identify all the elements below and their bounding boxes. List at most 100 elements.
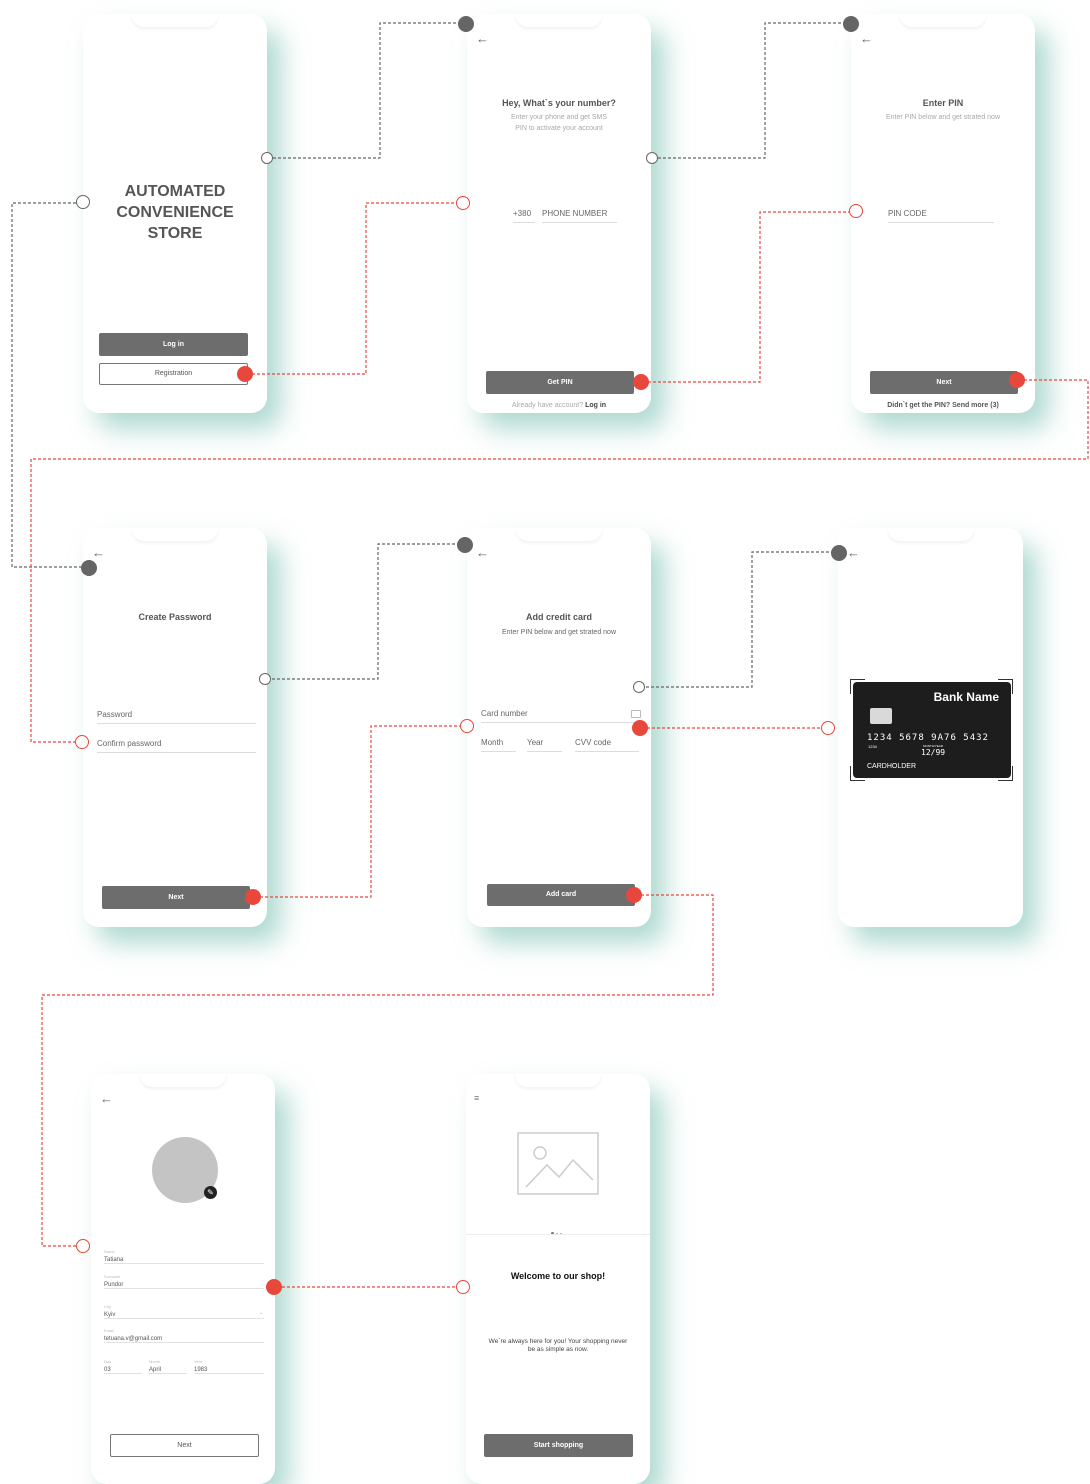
start-shopping-button[interactable]: Start shopping [484, 1434, 633, 1457]
pin-code-input[interactable]: PIN CODE [888, 209, 994, 223]
splash-screen: AUTOMATED CONVENIENCE STORE Log in Regis… [83, 14, 267, 413]
connector-end-dot [831, 545, 847, 561]
next-button[interactable]: Next [110, 1434, 259, 1457]
divider [466, 1234, 650, 1235]
card-number-input[interactable]: Card number [481, 709, 639, 723]
phone-notch [516, 14, 602, 27]
login-link[interactable]: Log in [585, 402, 606, 409]
app-title-line-3: STORE [147, 225, 203, 242]
connector-end-ring [821, 721, 835, 735]
screen-subtitle: Enter your phone and get SMS PIN to acti… [510, 114, 608, 132]
connector-end-dot [458, 16, 474, 32]
app-title: AUTOMATED CONVENIENCE STORE [83, 181, 267, 244]
name-label: Name [104, 1249, 115, 1254]
credit-card: Bank Name 1234 5678 9A76 5432 1234 MONTH… [853, 682, 1011, 778]
connector-start-ring [633, 681, 645, 693]
cardholder-name: CARDHOLDER [867, 763, 917, 770]
connector-end-ring [456, 196, 470, 210]
year-label: Year [194, 1359, 203, 1364]
surname-input[interactable]: Pundor [104, 1282, 264, 1289]
screen-subtitle: Enter PIN below and get strated now [501, 629, 616, 636]
next-button[interactable]: Next [102, 886, 250, 909]
back-arrow-icon[interactable]: ← [92, 546, 105, 559]
connector-password-to-card [272, 543, 459, 680]
screen-subtitle: Enter PIN below and get strated now [885, 114, 1000, 121]
welcome-screen: ≡ Welcome to our shop! We`re always here… [466, 1074, 650, 1484]
hamburger-menu-icon[interactable]: ≡ [474, 1093, 479, 1103]
connector-start-dot [1009, 372, 1025, 388]
connector-end-ring [460, 719, 474, 733]
phone-notch [516, 528, 602, 541]
country-code-field[interactable]: +380 [513, 209, 535, 223]
app-title-line-2: CONVENIENCE [116, 204, 234, 221]
screen-title: Enter PIN [922, 98, 964, 108]
profile-screen: ← ✎ Name Tatiana Surname Pundor City Kyi… [91, 1074, 275, 1484]
connector-start-dot [266, 1279, 282, 1295]
phone-notch [900, 14, 986, 27]
connector-end-ring [456, 1280, 470, 1294]
card-number: 1234 5678 9A76 5432 [867, 733, 989, 743]
back-arrow-icon[interactable]: ← [476, 546, 489, 559]
connector-password-next-to-card [260, 725, 460, 898]
month-label: Month [149, 1359, 161, 1364]
bank-name: Bank Name [933, 690, 999, 704]
day-label: Day [104, 1359, 112, 1364]
phone-entry-screen: ← Hey, What`s your number? Enter your ph… [467, 14, 651, 413]
connector-start-dot [245, 889, 261, 905]
create-password-screen: ← Create Password Password Confirm passw… [83, 528, 267, 927]
password-input[interactable]: Password [97, 710, 256, 724]
connector-start-dot [632, 720, 648, 736]
connector-splash-to-phone [273, 22, 460, 159]
connector-phone-to-pin [658, 22, 845, 159]
day-select[interactable]: 03 [104, 1367, 142, 1374]
get-pin-button[interactable]: Get PIN [486, 371, 634, 394]
image-placeholder-icon [517, 1132, 599, 1195]
back-arrow-icon[interactable]: ← [100, 1092, 113, 1105]
name-input[interactable]: Tatiana [104, 1257, 264, 1264]
confirm-password-input[interactable]: Confirm password [97, 739, 256, 753]
camera-icon[interactable] [631, 710, 641, 718]
edit-avatar-pencil-icon[interactable]: ✎ [204, 1186, 217, 1199]
carousel-dots[interactable] [551, 1222, 562, 1240]
phone-notch [132, 528, 218, 541]
login-button[interactable]: Log in [99, 333, 248, 356]
email-label: Email [104, 1328, 115, 1333]
connector-end-ring [849, 204, 863, 218]
connector-start-ring [646, 152, 658, 164]
phone-notch [132, 14, 218, 27]
connector-left-to-password [11, 202, 82, 568]
phone-notch [887, 528, 974, 541]
connector-end-ring [76, 1239, 90, 1253]
connector-start-ring [259, 673, 271, 685]
screen-title: Hey, What`s your number? [502, 98, 616, 108]
card-expiry: 12/99 [921, 748, 946, 757]
phone-number-input[interactable]: PHONE NUMBER [542, 209, 617, 223]
back-arrow-icon[interactable]: ← [476, 32, 489, 45]
back-arrow-icon[interactable]: ← [847, 546, 860, 559]
cvv-input[interactable]: CVV code [575, 738, 639, 752]
registration-button[interactable]: Registration [99, 363, 248, 385]
connector-registration-to-phone [252, 202, 456, 375]
month-select[interactable]: April [149, 1367, 187, 1374]
city-select[interactable]: Kyiv [104, 1312, 264, 1319]
connector-start-dot [633, 374, 649, 390]
pin-entry-screen: ← Enter PIN Enter PIN below and get stra… [851, 14, 1035, 413]
connector-getpin-to-pin [648, 211, 849, 383]
add-card-button[interactable]: Add card [487, 884, 635, 906]
connector-start-dot [237, 366, 253, 382]
connector-start-ring [76, 195, 90, 209]
login-prompt: Already have account? Log in [467, 402, 651, 409]
city-label: City [104, 1304, 111, 1309]
resend-pin-text[interactable]: Didn`t get the PIN? Send more (3) [851, 402, 1035, 409]
phone-notch [140, 1074, 226, 1087]
back-arrow-icon[interactable]: ← [860, 32, 873, 45]
email-input[interactable]: tetuana.v@gmail.com [104, 1336, 264, 1343]
connector-end-ring [75, 735, 89, 749]
year-input[interactable]: Year [527, 738, 562, 752]
month-input[interactable]: Month [481, 738, 516, 752]
login-prompt-text: Already have account? [511, 402, 584, 409]
next-button[interactable]: Next [870, 371, 1018, 394]
year-select[interactable]: 1983 [194, 1367, 264, 1374]
connector-end-dot [843, 16, 859, 32]
connector-start-ring [261, 152, 273, 164]
